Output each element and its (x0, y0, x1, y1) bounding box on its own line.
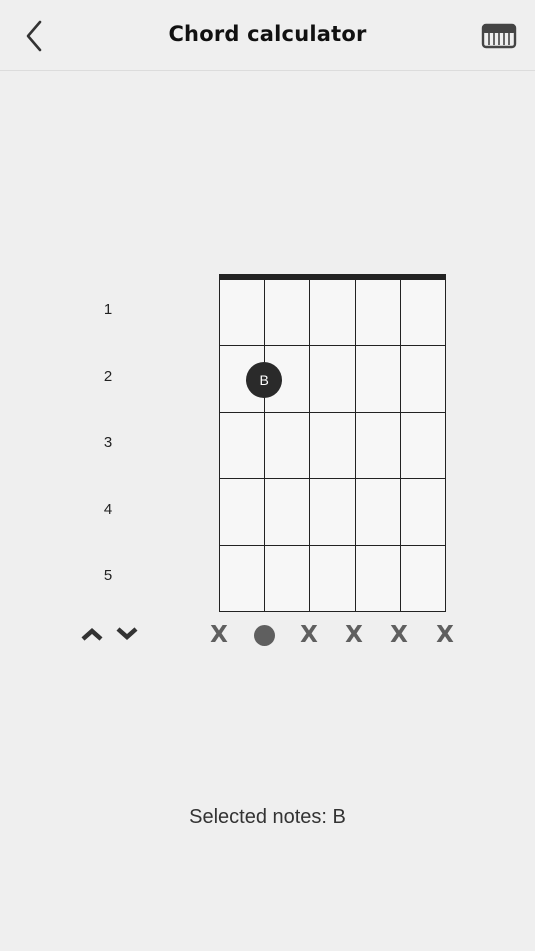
fret-cell[interactable] (219, 280, 265, 347)
selected-notes-text: Selected notes: B (189, 806, 346, 828)
fret-cell[interactable] (309, 346, 355, 413)
fret-cell[interactable] (264, 479, 310, 546)
string-5-status[interactable]: X (384, 622, 414, 648)
fret-cell[interactable] (309, 545, 355, 612)
page-title: Chord calculator (168, 22, 367, 46)
fret-cell[interactable] (309, 280, 355, 347)
fret-cell[interactable] (354, 412, 400, 480)
fret-cell[interactable] (399, 346, 446, 413)
fret-number-2: 2 (103, 368, 113, 385)
fret-cell[interactable] (219, 545, 265, 612)
fret-cell[interactable] (309, 479, 355, 546)
fret-cell[interactable] (309, 412, 355, 480)
string-1-status[interactable]: X (204, 622, 234, 648)
app-bar: Chord calculator (0, 0, 535, 71)
chevron-down-icon (116, 627, 138, 641)
fret-cell[interactable] (354, 545, 400, 612)
fret-cell[interactable] (264, 280, 310, 347)
fret-cell[interactable] (399, 545, 446, 612)
fret-cell[interactable] (399, 479, 446, 546)
string-played-icon (253, 624, 275, 646)
fret-cell[interactable] (354, 479, 400, 546)
fret-number-5: 5 (103, 567, 113, 584)
piano-keyboard-icon (481, 23, 517, 49)
fret-cell[interactable] (354, 346, 400, 413)
fret-number-4: 4 (103, 501, 113, 518)
position-up-button[interactable] (78, 623, 106, 645)
fret-cell[interactable] (354, 280, 400, 347)
fret-cell[interactable] (219, 412, 265, 480)
chevron-up-icon (81, 627, 103, 641)
fret-cell[interactable] (219, 479, 265, 546)
position-down-button[interactable] (113, 623, 141, 645)
fret-number-3: 3 (103, 434, 113, 451)
fretboard: B (219, 274, 446, 612)
string-3-status[interactable]: X (294, 622, 324, 648)
string-6-status[interactable]: X (430, 622, 460, 648)
string-4-status[interactable]: X (339, 622, 369, 648)
note-marker[interactable]: B (246, 361, 283, 398)
fret-cell[interactable] (399, 280, 446, 347)
fret-cell[interactable] (264, 545, 310, 612)
string-2-status[interactable] (249, 622, 279, 648)
fret-cell[interactable] (399, 412, 446, 480)
fret-cell[interactable] (264, 412, 310, 480)
fret-number-1: 1 (103, 301, 113, 318)
piano-button[interactable] (479, 16, 519, 56)
